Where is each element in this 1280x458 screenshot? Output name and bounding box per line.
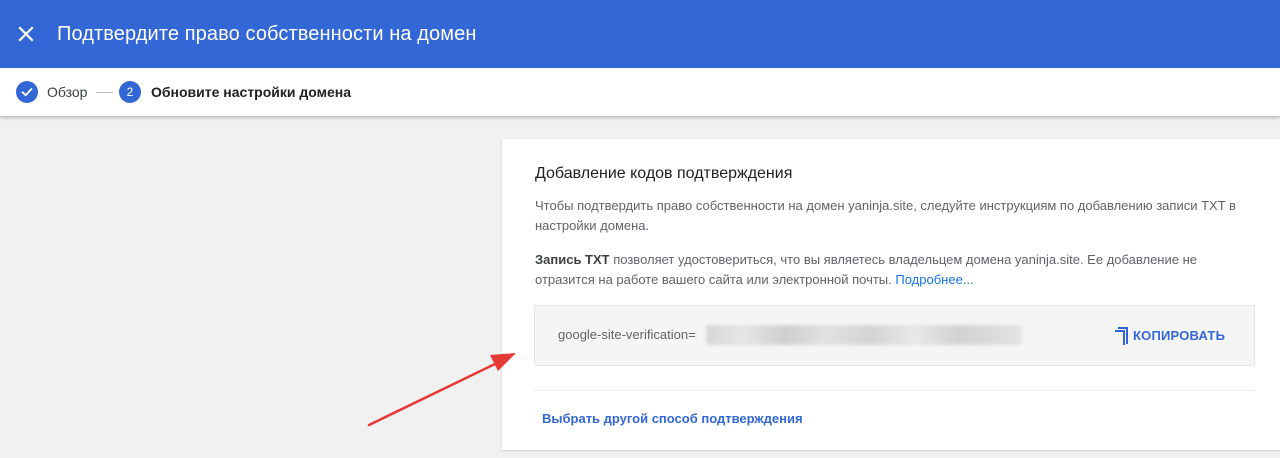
learn-more-link[interactable]: Подробнее...: [895, 272, 973, 287]
step-label-overview[interactable]: Обзор: [47, 84, 87, 101]
page-title: Подтвердите право собственности на домен: [57, 23, 477, 45]
copy-icon: [1115, 327, 1128, 345]
alternate-method-link[interactable]: Выбрать другой способ подтверждения: [542, 411, 803, 427]
dialog-header: Подтвердите право собственности на домен: [0, 0, 1280, 68]
verification-code-box: google-site-verification= КОПИРОВАТЬ: [534, 305, 1255, 366]
verification-card: Добавление кодов подтверждения Чтобы под…: [502, 139, 1280, 450]
step-number-indicator: 2: [119, 81, 141, 103]
txt-record-label: Запись TXT: [535, 252, 610, 267]
step-label-update-domain: Обновите настройки домена: [151, 84, 352, 100]
close-button[interactable]: [12, 20, 40, 48]
step-connector: [96, 92, 113, 93]
close-icon: [18, 26, 34, 42]
card-divider: [534, 390, 1255, 391]
step-completed-indicator[interactable]: [16, 81, 38, 103]
blurred-verification-code[interactable]: [706, 325, 1022, 345]
card-title: Добавление кодов подтверждения: [535, 165, 793, 182]
card-description: Чтобы подтвердить право собственности на…: [535, 198, 1236, 233]
txt-record-text: позволяет удостовериться, что вы являете…: [535, 252, 1198, 287]
copy-button-label: КОПИРОВАТЬ: [1133, 327, 1226, 343]
check-icon: [21, 88, 33, 97]
verification-code-prefix[interactable]: google-site-verification=: [558, 327, 696, 343]
txt-record-explanation: Запись TXT позволяет удостовериться, что…: [535, 250, 1255, 290]
stepper: Обзор 2 Обновите настройки домена: [0, 68, 1280, 116]
copy-button[interactable]: КОПИРОВАТЬ: [1113, 322, 1225, 348]
